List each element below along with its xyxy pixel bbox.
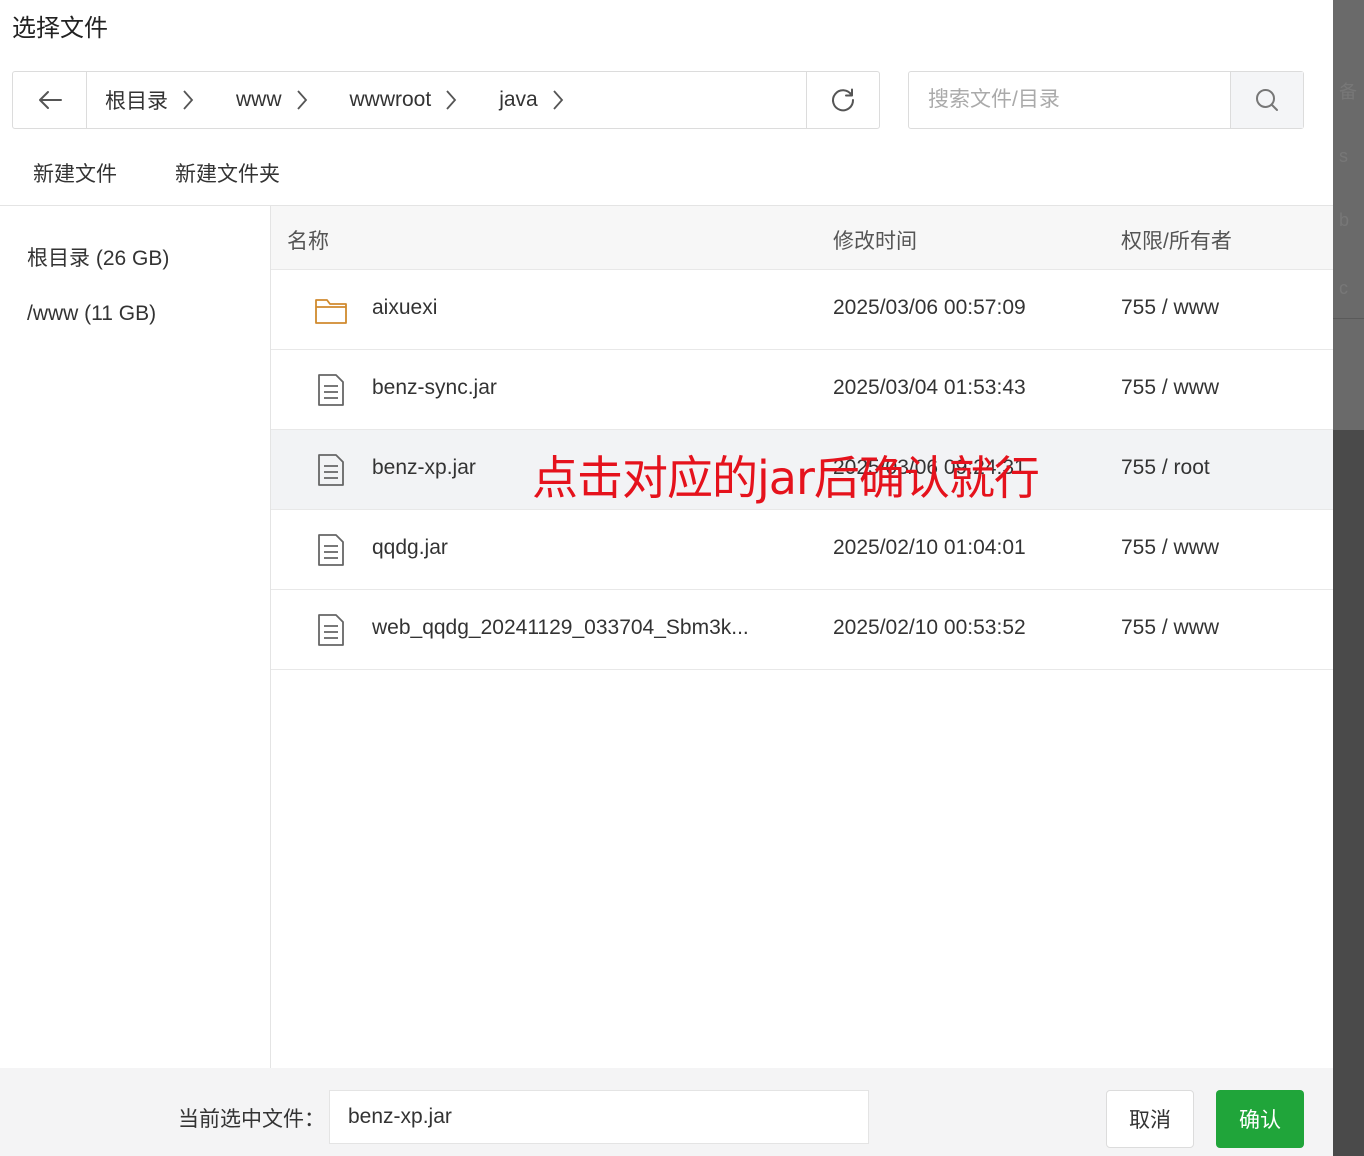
dialog-footer: 当前选中文件： benz-xp.jar 取消 确认 <box>0 1068 1333 1156</box>
file-name: qqdg.jar <box>372 536 448 559</box>
file-name: benz-xp.jar <box>372 456 476 479</box>
modified-time: 2025/02/10 00:53:52 <box>833 616 1026 639</box>
table-row[interactable]: qqdg.jar 2025/02/10 01:04:01 755 / www <box>271 510 1333 590</box>
background-text: b <box>1339 210 1350 230</box>
path-bar: 根目录 www wwwroot java <box>12 71 880 129</box>
background-divider <box>1333 318 1364 319</box>
toolbar: 新建文件 新建文件夹 <box>33 158 338 188</box>
folder-icon <box>315 299 347 324</box>
table-row[interactable]: benz-sync.jar 2025/03/04 01:53:43 755 / … <box>271 350 1333 430</box>
selected-file-label: 当前选中文件： <box>178 1108 325 1131</box>
confirm-button[interactable]: 确认 <box>1216 1090 1304 1148</box>
breadcrumb-label: 根目录 <box>105 90 168 113</box>
permission-owner: 755 / root <box>1121 456 1210 479</box>
file-icon <box>318 374 344 406</box>
breadcrumb-label: java <box>499 88 538 111</box>
file-icon <box>318 614 344 646</box>
red-annotation-text: 点击对应的jar后确认就行 <box>532 451 1040 505</box>
column-header-name[interactable]: 名称 <box>287 225 329 255</box>
permission-owner: 755 / www <box>1121 536 1220 559</box>
breadcrumb-label: wwwroot <box>349 88 432 111</box>
selected-file-field[interactable]: benz-xp.jar <box>329 1090 869 1144</box>
arrow-left-icon <box>38 91 62 109</box>
back-button[interactable] <box>13 72 87 128</box>
modified-time: 2025/03/04 01:53:43 <box>833 376 1026 399</box>
search-box <box>908 71 1304 129</box>
modified-time: 2025/02/10 01:04:01 <box>833 536 1026 559</box>
background-text: c <box>1339 278 1348 298</box>
background-page: 备 s b c <box>1333 0 1364 1156</box>
cancel-button[interactable]: 取消 <box>1106 1090 1194 1148</box>
chevron-right-icon <box>182 89 194 111</box>
permission-owner: 755 / www <box>1121 376 1220 399</box>
file-table: 名称 修改时间 权限/所有者 aixuexi 2025/03/06 00:57:… <box>271 206 1333 670</box>
permission-owner: 755 / www <box>1121 616 1220 639</box>
chevron-right-icon <box>296 89 308 111</box>
breadcrumb-item-root[interactable]: 根目录 <box>105 72 194 128</box>
file-icon <box>318 454 344 486</box>
column-header-time[interactable]: 修改时间 <box>833 225 917 255</box>
new-file-button[interactable]: 新建文件 <box>33 158 117 188</box>
file-icon <box>318 534 344 566</box>
disk-sidebar: 根目录 (26 GB) /www (11 GB) <box>0 206 271 1068</box>
dialog-title: 选择文件 <box>12 15 108 42</box>
table-header: 名称 修改时间 权限/所有者 <box>271 206 1333 270</box>
permission-owner: 755 / www <box>1121 296 1220 319</box>
refresh-icon <box>832 88 855 112</box>
background-text: s <box>1339 146 1348 166</box>
column-header-perm[interactable]: 权限/所有者 <box>1121 225 1232 255</box>
sidebar-item-www[interactable]: /www (11 GB) <box>27 302 156 326</box>
background-text: 备 <box>1339 82 1357 102</box>
new-folder-button[interactable]: 新建文件夹 <box>175 158 280 188</box>
search-input[interactable] <box>909 72 1230 128</box>
file-name: benz-sync.jar <box>372 376 497 399</box>
breadcrumb-item-wwwroot[interactable]: wwwroot <box>350 72 458 128</box>
breadcrumb: 根目录 www wwwroot java <box>87 72 807 128</box>
sidebar-item-root[interactable]: 根目录 (26 GB) <box>27 242 169 272</box>
search-icon <box>1256 89 1278 111</box>
refresh-button[interactable] <box>807 72 879 128</box>
file-name: web_qqdg_20241129_033704_Sbm3k... <box>372 616 749 639</box>
breadcrumb-item-java[interactable]: java <box>499 72 564 128</box>
modified-time: 2025/03/06 00:57:09 <box>833 296 1026 319</box>
breadcrumb-label: www <box>236 88 282 111</box>
chevron-right-icon <box>552 89 564 111</box>
table-row[interactable]: web_qqdg_20241129_033704_Sbm3k... 2025/0… <box>271 590 1333 670</box>
file-picker-dialog: 选择文件 根目录 www wwwroot java 搜索文件/目录 新建文件 新… <box>0 0 1333 1156</box>
chevron-right-icon <box>445 89 457 111</box>
breadcrumb-item-www[interactable]: www <box>236 72 308 128</box>
file-name: aixuexi <box>372 296 438 319</box>
search-button[interactable] <box>1230 72 1303 128</box>
table-row[interactable]: aixuexi 2025/03/06 00:57:09 755 / www <box>271 270 1333 350</box>
